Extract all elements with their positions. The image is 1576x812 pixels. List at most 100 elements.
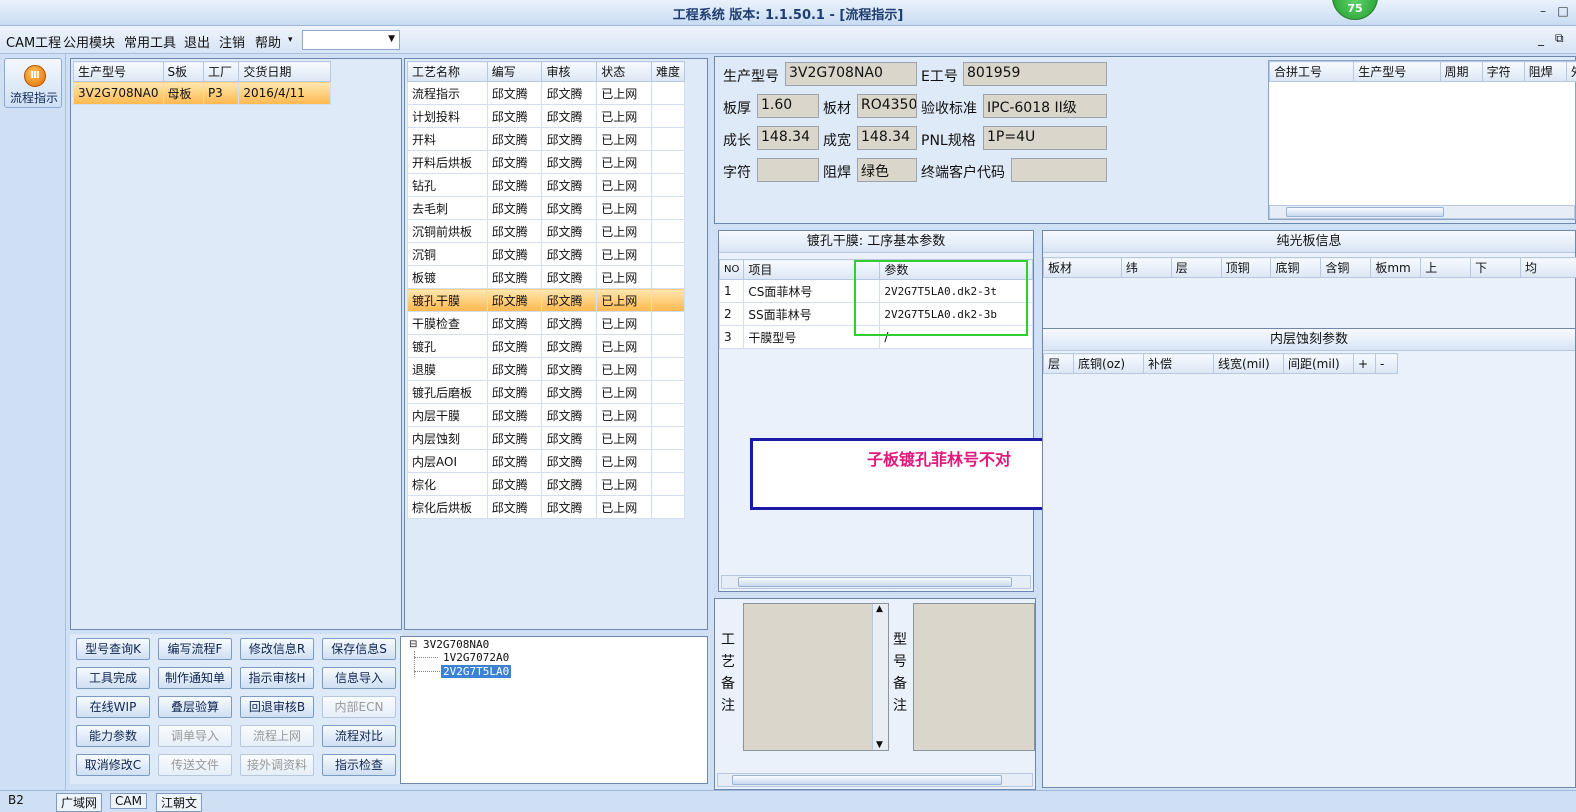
- menu-common-tools[interactable]: 常用工具: [124, 32, 176, 51]
- scroll-thumb[interactable]: [1286, 207, 1444, 217]
- table-row[interactable]: 去毛刺 邱文腾 邱文腾 已上网: [407, 196, 686, 220]
- col-header[interactable]: 生产型号: [1353, 61, 1441, 82]
- col-header[interactable]: 审核: [541, 61, 598, 82]
- action-button[interactable]: 工具完成: [76, 667, 150, 689]
- col-header[interactable]: 层: [1043, 353, 1074, 374]
- action-button[interactable]: 流程上网: [240, 725, 314, 747]
- table-row[interactable]: 计划投料 邱文腾 邱文腾 已上网: [407, 104, 686, 128]
- action-button[interactable]: 调单导入: [158, 725, 232, 747]
- col-header[interactable]: 间距(mil): [1283, 353, 1354, 374]
- menu-logout[interactable]: 注销: [219, 32, 245, 51]
- menu-common-modules[interactable]: 公用模块: [63, 32, 115, 51]
- model-remark-textarea[interactable]: [913, 603, 1035, 751]
- menu-cam[interactable]: CAM工程: [6, 32, 61, 51]
- col-header[interactable]: NO: [718, 259, 745, 280]
- table-row[interactable]: 流程指示 邱文腾 邱文腾 已上网: [407, 81, 686, 105]
- col-header[interactable]: 板材: [1043, 257, 1122, 278]
- mdi-restore-button[interactable]: ⧉: [1555, 31, 1564, 46]
- col-header[interactable]: 上: [1420, 257, 1472, 278]
- table-row[interactable]: 钻孔 邱文腾 邱文腾 已上网: [407, 173, 686, 197]
- thick-field[interactable]: 1.60: [757, 94, 819, 118]
- col-header[interactable]: 顶铜: [1220, 257, 1272, 278]
- horizontal-scrollbar[interactable]: [717, 773, 1033, 787]
- table-row[interactable]: 开料 邱文腾 邱文腾 已上网: [407, 127, 686, 151]
- tree-node-selected[interactable]: 2V2G7T5LA0: [441, 665, 512, 678]
- process-remark-textarea[interactable]: ▲ ▼: [743, 603, 889, 751]
- action-button[interactable]: 制作通知单: [158, 667, 232, 689]
- horizontal-scrollbar[interactable]: [1269, 205, 1575, 219]
- col-header[interactable]: 工厂: [202, 61, 240, 82]
- scroll-up-icon[interactable]: ▲: [876, 604, 883, 614]
- table-row[interactable]: 开料后烘板 邱文腾 邱文腾 已上网: [407, 150, 686, 174]
- col-header[interactable]: 底铜: [1270, 257, 1322, 278]
- action-button[interactable]: 叠层验算: [158, 696, 232, 718]
- col-header[interactable]: 均: [1520, 257, 1576, 278]
- action-button[interactable]: 保存信息S: [322, 638, 396, 660]
- action-button[interactable]: 能力参数: [76, 725, 150, 747]
- pnl-field[interactable]: 1P=4U: [983, 126, 1107, 150]
- menu-combo-box[interactable]: ▼: [302, 30, 400, 50]
- table-row[interactable]: 退膜 邱文腾 邱文腾 已上网: [407, 357, 686, 381]
- action-button[interactable]: 内部ECN: [322, 696, 396, 718]
- col-header[interactable]: 外层: [1565, 61, 1576, 82]
- col-header[interactable]: 合拼工号: [1268, 61, 1355, 82]
- table-row[interactable]: 棕化 邱文腾 邱文腾 已上网: [407, 472, 686, 496]
- col-header[interactable]: 状态: [596, 61, 652, 82]
- table-row[interactable]: 干膜检查 邱文腾 邱文腾 已上网: [407, 311, 686, 335]
- tab-cam[interactable]: CAM: [110, 793, 147, 809]
- scroll-thumb[interactable]: [732, 775, 1002, 785]
- action-button[interactable]: 修改信息R: [240, 638, 314, 660]
- table-row[interactable]: 镀孔干膜 邱文腾 邱文腾 已上网: [407, 288, 686, 312]
- minimize-button[interactable]: –: [1536, 4, 1550, 18]
- table-row[interactable]: 镀孔后磨板 邱文腾 邱文腾 已上网: [407, 380, 686, 404]
- action-button[interactable]: 指示检查: [322, 754, 396, 776]
- table-row[interactable]: 内层蚀刻 邱文腾 邱文腾 已上网: [407, 426, 686, 450]
- col-header[interactable]: 板mm: [1370, 257, 1422, 278]
- action-button[interactable]: 编写流程F: [158, 638, 232, 660]
- scroll-down-icon[interactable]: ▼: [876, 740, 883, 750]
- table-row[interactable]: 内层干膜 邱文腾 邱文腾 已上网: [407, 403, 686, 427]
- col-header[interactable]: 编写: [486, 61, 543, 82]
- nav-process-instruction[interactable]: Ⅲ 流程指示: [4, 58, 62, 108]
- col-header[interactable]: 含铜: [1320, 257, 1372, 278]
- action-button[interactable]: 传送文件: [158, 754, 232, 776]
- maximize-button[interactable]: □: [1556, 4, 1570, 18]
- col-header[interactable]: S板: [162, 61, 204, 82]
- col-header[interactable]: 难度: [650, 61, 686, 82]
- action-button[interactable]: 取消修改C: [76, 754, 150, 776]
- col-header[interactable]: 周期: [1439, 61, 1483, 82]
- table-row[interactable]: 内层AOI 邱文腾 邱文腾 已上网: [407, 449, 686, 473]
- material-field[interactable]: RO4350B: [857, 94, 917, 118]
- col-header[interactable]: 工艺名称: [407, 61, 488, 82]
- table-row[interactable]: 镀孔 邱文腾 邱文腾 已上网: [407, 334, 686, 358]
- col-header[interactable]: 底铜(oz): [1073, 353, 1144, 374]
- len-field[interactable]: 148.34: [757, 126, 819, 150]
- action-button[interactable]: 回退审核B: [240, 696, 314, 718]
- tab-b2[interactable]: B2: [8, 793, 24, 807]
- standard-field[interactable]: IPC-6018 II级: [983, 94, 1107, 118]
- action-button[interactable]: 在线WIP: [76, 696, 150, 718]
- horizontal-scrollbar[interactable]: [721, 575, 1031, 589]
- expand-icon[interactable]: ⊟: [409, 639, 417, 650]
- menu-help[interactable]: 帮助: [255, 32, 281, 51]
- col-header[interactable]: 线宽(mil): [1213, 353, 1284, 374]
- table-row[interactable]: 板镀 邱文腾 邱文腾 已上网: [407, 265, 686, 289]
- col-header[interactable]: 阻焊: [1523, 61, 1567, 82]
- table-row[interactable]: 沉铜 邱文腾 邱文腾 已上网: [407, 242, 686, 266]
- col-header[interactable]: 层: [1170, 257, 1222, 278]
- vertical-scrollbar[interactable]: ▲ ▼: [872, 604, 888, 750]
- action-button[interactable]: 指示审核H: [240, 667, 314, 689]
- col-header[interactable]: +: [1353, 353, 1376, 374]
- menu-exit[interactable]: 退出: [184, 32, 210, 51]
- tree-node[interactable]: 1V2G7072A0: [443, 651, 509, 664]
- mdi-minimize-button[interactable]: _: [1538, 32, 1544, 46]
- tab-wan[interactable]: 广域网: [56, 793, 103, 812]
- action-button[interactable]: 接外调资料: [240, 754, 314, 776]
- col-header[interactable]: -: [1375, 353, 1398, 374]
- action-button[interactable]: 信息导入: [322, 667, 396, 689]
- cust-field[interactable]: [1011, 158, 1107, 182]
- model-field[interactable]: 3V2G708NA0: [785, 62, 917, 86]
- col-header[interactable]: 纬: [1120, 257, 1172, 278]
- col-header[interactable]: 下: [1470, 257, 1522, 278]
- col-header[interactable]: 字符: [1481, 61, 1525, 82]
